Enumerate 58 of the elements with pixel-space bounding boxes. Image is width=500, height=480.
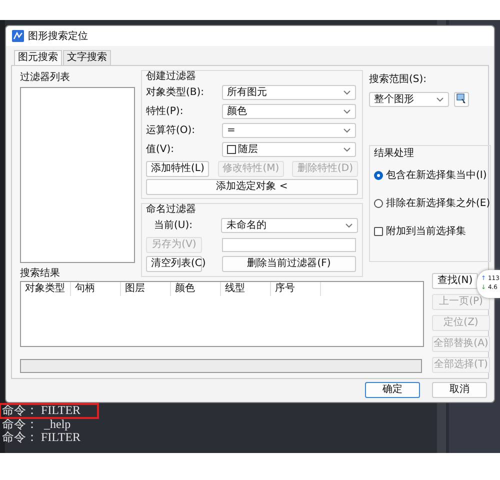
group-title: 创建过滤器	[146, 71, 197, 82]
delete-filter-button[interactable]: 删除当前过滤器(F)	[222, 256, 356, 272]
field-label: 当前(U):	[153, 218, 194, 233]
dropdown-value: 随层	[238, 143, 258, 157]
tab[interactable]: 图元搜索	[14, 50, 62, 65]
field-label: 运算符(O):	[146, 124, 196, 138]
dropdown[interactable]: 随层	[222, 142, 356, 157]
console-line: 命令： FILTER	[0, 404, 98, 418]
field-label: 值(V):	[146, 143, 176, 157]
dialog-button[interactable]: 确定	[365, 382, 420, 398]
option-label: 排除在新选择集之外(E)	[386, 196, 490, 210]
field-label: 特性(P):	[146, 104, 184, 119]
dropdown-value: 颜色	[227, 104, 247, 119]
caret-icon	[343, 109, 351, 114]
window-title: 图形搜索定位	[28, 30, 88, 44]
dropdown-value: 所有图元	[227, 86, 267, 100]
dropdown[interactable]: 颜色	[222, 104, 356, 119]
caret-icon	[343, 147, 351, 152]
add-selected-button[interactable]: 添加选定对象 <	[146, 179, 358, 195]
column-header: 序号	[271, 282, 321, 296]
select-objects-icon[interactable]	[454, 92, 469, 107]
group-title: 结果处理	[374, 148, 415, 159]
section-label: 过滤器列表	[20, 72, 70, 83]
field-label: 对象类型(B):	[146, 86, 206, 100]
property-button[interactable]: 添加特性(L)	[146, 161, 210, 177]
checkbox[interactable]	[374, 226, 383, 236]
caret-icon	[343, 90, 351, 95]
dropdown[interactable]: 所有图元	[222, 85, 356, 100]
dropdown-value: 未命名的	[226, 218, 266, 233]
action-button[interactable]: 查找(N)	[432, 273, 478, 289]
field-label: 搜索范围(S):	[369, 72, 428, 87]
dialog-button[interactable]: 取消	[432, 382, 487, 398]
console-line: 命令： _help	[1, 418, 72, 431]
column-header: 图层	[121, 282, 171, 296]
column-header: 对象类型	[21, 282, 71, 296]
console-line: 命令： FILTER	[1, 431, 82, 444]
app-icon	[12, 30, 24, 42]
option-label: 包含在新选择集当中(I)	[386, 168, 487, 182]
dropdown[interactable]: 未命名的	[221, 218, 358, 233]
tab[interactable]: 文字搜索	[63, 50, 111, 65]
radio-button[interactable]	[374, 170, 383, 180]
dropdown-value: =	[227, 124, 236, 138]
color-swatch-icon	[227, 145, 236, 154]
filter-list[interactable]	[20, 87, 135, 263]
dropdown-value: 整个图形	[374, 93, 414, 107]
dropdown[interactable]: =	[222, 123, 356, 138]
option-label: 附加到当前选择集	[386, 224, 466, 238]
caret-icon	[436, 97, 444, 102]
group-title: 命名过滤器	[146, 204, 197, 215]
column-header: 颜色	[171, 282, 221, 296]
caret-icon	[345, 223, 353, 228]
radio-button[interactable]	[374, 198, 383, 208]
caret-icon	[343, 128, 351, 133]
column-header: 句柄	[71, 282, 121, 296]
name-field[interactable]	[222, 238, 356, 252]
section-label: 搜索结果	[20, 268, 60, 279]
dropdown[interactable]: 整个图形	[369, 92, 449, 107]
column-header: 线型	[221, 282, 271, 296]
